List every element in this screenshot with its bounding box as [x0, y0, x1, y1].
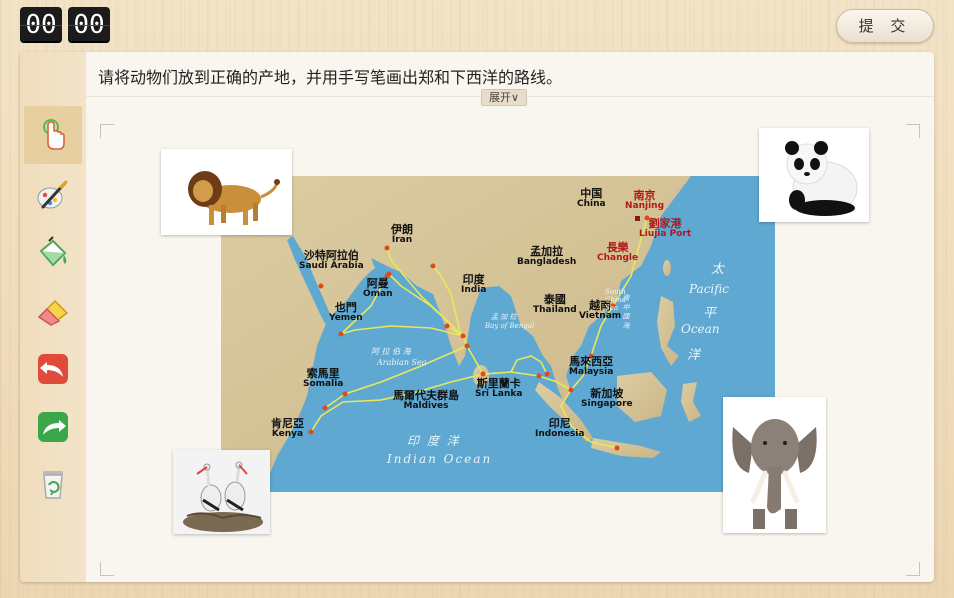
- label-thailand: 泰國 Thailand: [533, 293, 577, 316]
- label-indonesia: 印尼 Indonesia: [535, 417, 585, 440]
- countdown-timer: 00 00: [20, 7, 110, 43]
- label-iran: 伊朗 Iran: [391, 223, 413, 246]
- undo-arrow-icon: [38, 354, 68, 384]
- zheng-he-voyage-map[interactable]: 中国 China 南京 Nanjing 劉家港 Liujia Port 長樂 Chang…: [221, 176, 775, 492]
- pointer-tool[interactable]: [24, 106, 82, 164]
- paint-bucket-icon: [39, 236, 67, 267]
- clear-tool[interactable]: [24, 454, 82, 512]
- lion-image: [161, 149, 292, 235]
- label-saudi-arabia: 沙特阿拉伯 Saudi Arabia: [299, 249, 364, 272]
- ocean-pacific-en-1: Pacific: [689, 282, 729, 296]
- crane-image: [173, 450, 270, 534]
- ocean-bengal-en: Bay of Bengal: [485, 322, 535, 330]
- label-oman: 阿曼 Oman: [363, 277, 393, 300]
- label-singapore: 新加坡 Singapore: [581, 387, 633, 410]
- ocean-pacific-en-2: Ocean: [681, 322, 720, 336]
- label-maldives: 馬爾代夫群島 Maldives: [393, 389, 459, 412]
- canvas-corner-tl: [100, 124, 114, 138]
- panda-card[interactable]: [759, 128, 869, 222]
- label-sri-lanka: 斯里蘭卡 Sri Lanka: [475, 377, 523, 400]
- eraser-icon: [37, 299, 69, 326]
- panda-image: [759, 128, 869, 222]
- timer-minutes: 00: [20, 7, 62, 43]
- ocean-pacific-cn-2: 平: [703, 306, 717, 321]
- label-bangladesh: 孟加拉 Bangladesh: [517, 245, 577, 268]
- ocean-bengal-cn: 孟 加 拉: [491, 313, 517, 321]
- ocean-arabian-en: Arabian Sea: [377, 358, 427, 367]
- brush-palette-icon: [37, 180, 68, 209]
- recycle-bin-icon: [43, 471, 63, 499]
- label-liujia-port: 劉家港 Liujia Port: [639, 217, 692, 240]
- redo-arrow-icon: [38, 412, 68, 442]
- label-nanjing: 南京 Nanjing: [625, 189, 665, 212]
- question-text: 请将动物们放到正确的产地，并用手写笔画出郑和下西洋的路线。: [98, 68, 563, 87]
- label-yemen: 也門 Yemen: [329, 301, 363, 324]
- ocean-pacific-cn-3: 洋: [687, 348, 701, 363]
- undo-tool[interactable]: [24, 340, 82, 398]
- canvas-corner-br: [906, 562, 920, 576]
- canvas-corner-tr: [906, 124, 920, 138]
- label-kenya: 肯尼亞 Kenya: [271, 417, 304, 440]
- submit-button[interactable]: 提 交: [836, 9, 934, 43]
- label-china: 中国 China: [577, 187, 606, 210]
- redo-tool[interactable]: [24, 398, 82, 456]
- elephant-card[interactable]: [723, 397, 826, 533]
- label-changle: 長樂 Changle: [597, 241, 639, 264]
- lion-card[interactable]: [161, 149, 292, 235]
- fill-tool[interactable]: [24, 224, 82, 282]
- ocean-indian-en: Indian Ocean: [387, 452, 493, 466]
- tool-sidebar: [20, 52, 86, 582]
- crane-card[interactable]: [173, 450, 270, 534]
- label-india: 印度 India: [461, 273, 487, 296]
- ocean-arabian-cn: 阿 拉 伯 海: [371, 347, 411, 356]
- label-malaysia: 馬來西亞 Malaysia: [569, 355, 614, 378]
- eraser-tool[interactable]: [24, 282, 82, 340]
- label-somalia: 索馬里 Somalia: [303, 367, 344, 390]
- ocean-south-china-en: South China Sea: [605, 288, 626, 312]
- ocean-indian-cn: 印 度 洋: [407, 434, 461, 448]
- pen-tool[interactable]: [24, 166, 82, 224]
- ocean-pacific-cn-1: 太: [711, 262, 725, 277]
- timer-seconds: 00: [68, 7, 110, 43]
- canvas-corner-bl: [100, 562, 114, 576]
- elephant-image: [723, 397, 826, 533]
- expand-button[interactable]: 展开∨: [481, 89, 527, 106]
- hand-pointer-icon: [43, 119, 65, 150]
